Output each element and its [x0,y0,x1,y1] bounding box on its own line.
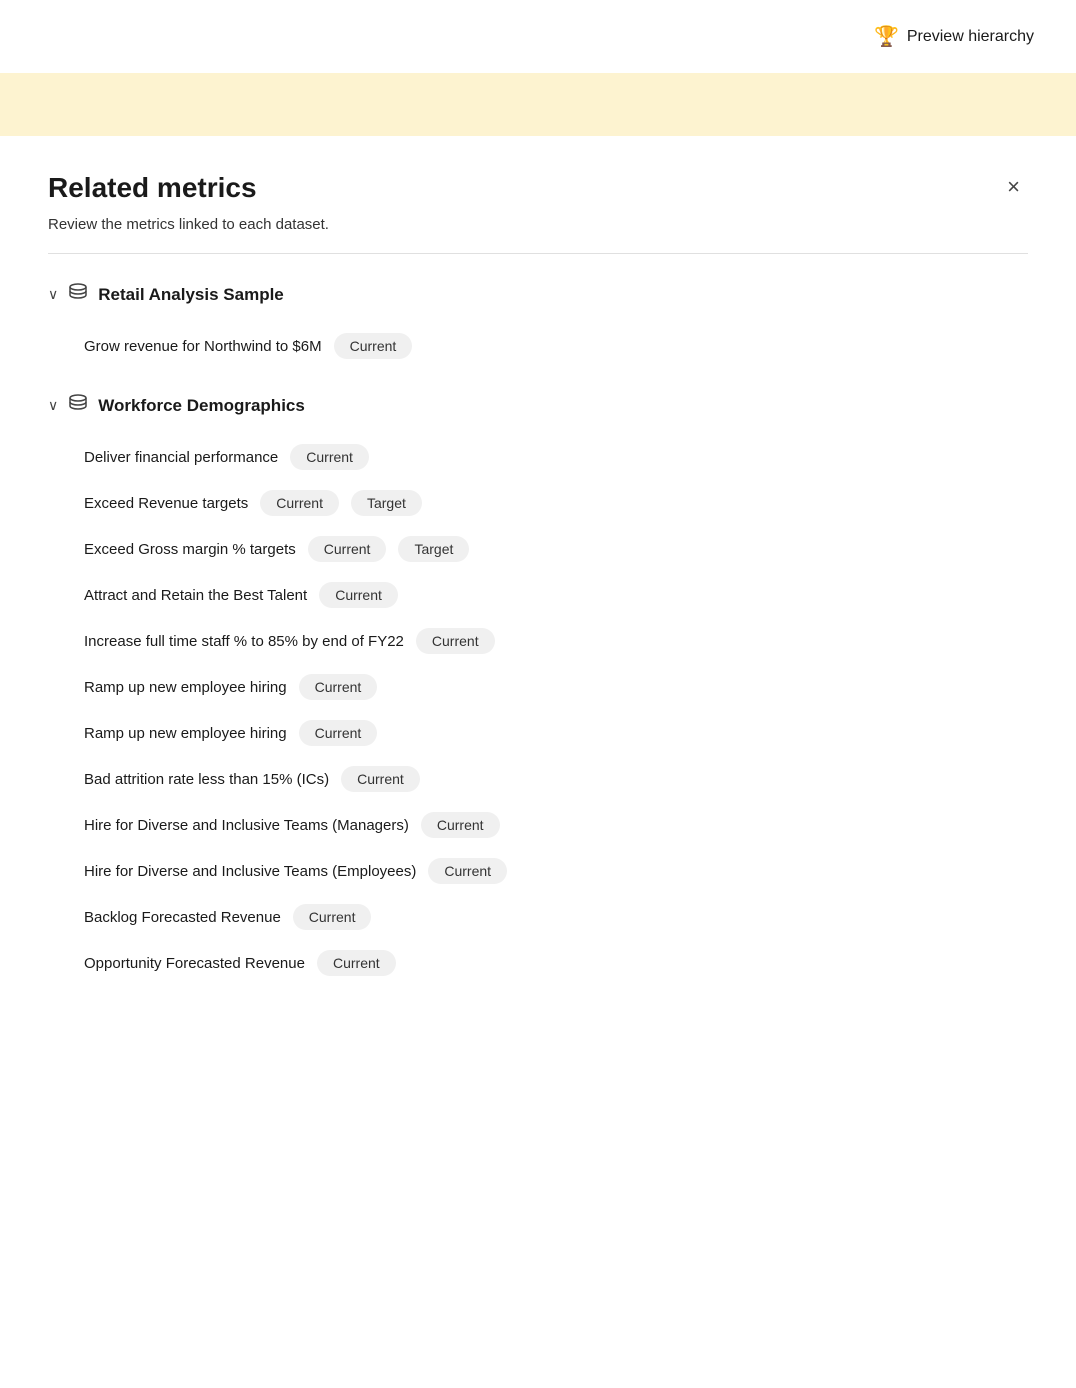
panel-subtitle: Review the metrics linked to each datase… [48,216,1028,253]
metric-label: Ramp up new employee hiring [84,679,287,696]
preview-hierarchy-label: Preview hierarchy [907,28,1034,46]
panel-title: Related metrics [48,172,257,204]
chevron-down-icon: ∨ [48,286,58,303]
metric-label: Exceed Gross margin % targets [84,541,296,558]
badge-current[interactable]: Current [290,444,369,470]
metric-label: Opportunity Forecasted Revenue [84,955,305,972]
panel: Related metrics × Review the metrics lin… [0,136,1076,986]
metric-row: Increase full time staff % to 85% by end… [48,618,1028,664]
metric-label: Hire for Diverse and Inclusive Teams (Em… [84,863,416,880]
badge-current[interactable]: Current [299,674,378,700]
database-icon [68,282,88,307]
badge-current[interactable]: Current [260,490,339,516]
metric-label: Bad attrition rate less than 15% (ICs) [84,771,329,788]
badge-current[interactable]: Current [334,333,413,359]
dataset-section-workforce-demographics: ∨ Workforce Demographics Deliver financia… [48,393,1028,986]
close-button[interactable]: × [999,172,1028,202]
metric-row: Deliver financial performance Current [48,434,1028,480]
dataset-header-workforce-demographics[interactable]: ∨ Workforce Demographics [48,393,1028,418]
metric-row: Exceed Revenue targets Current Target [48,480,1028,526]
metric-label: Backlog Forecasted Revenue [84,909,281,926]
badge-current[interactable]: Current [416,628,495,654]
datasets-container: ∨ Retail Analysis Sample Grow revenue for… [48,282,1028,986]
top-bar: 🏆 Preview hierarchy [0,0,1076,73]
metric-row: Bad attrition rate less than 15% (ICs) Cu… [48,756,1028,802]
metric-row: Ramp up new employee hiring Current [48,664,1028,710]
dataset-header-retail-analysis[interactable]: ∨ Retail Analysis Sample [48,282,1028,307]
metric-label: Deliver financial performance [84,449,278,466]
metric-label: Ramp up new employee hiring [84,725,287,742]
trophy-icon: 🏆 [874,24,899,49]
database-icon [68,393,88,418]
metric-row: Hire for Diverse and Inclusive Teams (Em… [48,848,1028,894]
badge-target[interactable]: Target [351,490,422,516]
panel-header: Related metrics × [48,136,1028,216]
metric-row: Exceed Gross margin % targets Current Targ… [48,526,1028,572]
metric-row: Attract and Retain the Best Talent Curren… [48,572,1028,618]
metric-label: Exceed Revenue targets [84,495,248,512]
divider [48,253,1028,254]
metric-label: Hire for Diverse and Inclusive Teams (Ma… [84,817,409,834]
badge-current[interactable]: Current [308,536,387,562]
badge-current[interactable]: Current [421,812,500,838]
metric-label: Attract and Retain the Best Talent [84,587,307,604]
chevron-down-icon: ∨ [48,397,58,414]
preview-hierarchy-button[interactable]: 🏆 Preview hierarchy [864,18,1044,55]
badge-current[interactable]: Current [299,720,378,746]
badge-current[interactable]: Current [317,950,396,976]
badge-current[interactable]: Current [293,904,372,930]
badge-current[interactable]: Current [428,858,507,884]
metric-row: Backlog Forecasted Revenue Current [48,894,1028,940]
dataset-name: Retail Analysis Sample [98,285,284,305]
badge-current[interactable]: Current [341,766,420,792]
metric-label: Grow revenue for Northwind to $6M [84,338,322,355]
dataset-name: Workforce Demographics [98,396,305,416]
dataset-section-retail-analysis: ∨ Retail Analysis Sample Grow revenue for… [48,282,1028,369]
metric-row: Hire for Diverse and Inclusive Teams (Ma… [48,802,1028,848]
metric-row: Ramp up new employee hiring Current [48,710,1028,756]
metric-row: Grow revenue for Northwind to $6M Current [48,323,1028,369]
badge-target[interactable]: Target [398,536,469,562]
metric-row: Opportunity Forecasted Revenue Current [48,940,1028,986]
metric-label: Increase full time staff % to 85% by end… [84,633,404,650]
badge-current[interactable]: Current [319,582,398,608]
